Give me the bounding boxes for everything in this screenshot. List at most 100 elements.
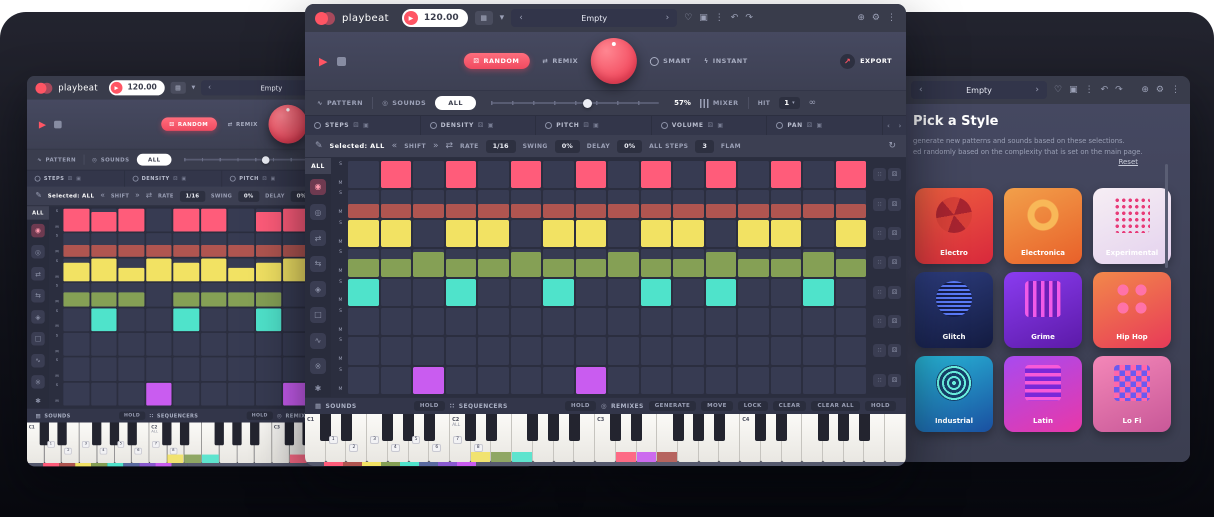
- row-grip-icon[interactable]: ∷: [873, 227, 886, 240]
- step-cell[interactable]: [608, 249, 639, 276]
- solo-button[interactable]: S: [339, 192, 342, 197]
- solo-button[interactable]: S: [339, 310, 342, 315]
- step-cell[interactable]: [201, 333, 227, 356]
- row-dice-icon[interactable]: ⚄: [888, 198, 901, 211]
- mixer-toggle[interactable]: MIXER: [700, 99, 739, 108]
- redo-icon[interactable]: ↷: [745, 14, 753, 23]
- black-key[interactable]: [180, 422, 189, 445]
- random-button[interactable]: ⚄RANDOM: [161, 117, 217, 131]
- step-cell[interactable]: [348, 190, 379, 217]
- step-cell[interactable]: [836, 367, 867, 394]
- bpm-value[interactable]: 120.00: [127, 84, 156, 92]
- step-cell[interactable]: [228, 333, 254, 356]
- track-select-6[interactable]: □: [27, 328, 49, 350]
- swap-icon[interactable]: ⇄: [146, 192, 152, 200]
- step-cell[interactable]: [173, 233, 199, 256]
- step-cell[interactable]: [836, 161, 867, 188]
- step-cell[interactable]: [543, 190, 574, 217]
- step-cell[interactable]: [511, 190, 542, 217]
- step-cell[interactable]: [413, 279, 444, 306]
- step-cell[interactable]: [201, 358, 227, 381]
- row-dice-icon[interactable]: ⚄: [888, 168, 901, 181]
- pencil-icon[interactable]: ✎: [315, 142, 323, 151]
- step-cell[interactable]: [478, 308, 509, 335]
- sounds-hold-button[interactable]: HOLD: [119, 411, 145, 419]
- step-cell[interactable]: [608, 190, 639, 217]
- row-dice-icon[interactable]: ⚄: [888, 344, 901, 357]
- refresh-icon[interactable]: ↻: [888, 142, 896, 151]
- solo-button[interactable]: S: [339, 281, 342, 286]
- track-select-3[interactable]: ⇄: [305, 225, 331, 251]
- sounds-hold-button[interactable]: HOLD: [414, 401, 445, 411]
- swap-icon[interactable]: ⇄: [445, 142, 453, 151]
- step-cell[interactable]: [413, 161, 444, 188]
- step-cell[interactable]: [706, 367, 737, 394]
- step-cell[interactable]: [836, 279, 867, 306]
- row-grip-icon[interactable]: ∷: [873, 344, 886, 357]
- swing-value[interactable]: 0%: [555, 140, 580, 153]
- track-select-6[interactable]: □: [305, 302, 331, 328]
- collapse-left-icon[interactable]: ‹: [883, 122, 895, 130]
- solo-button[interactable]: S: [339, 369, 342, 374]
- step-cell[interactable]: [173, 358, 199, 381]
- step-cell[interactable]: [803, 337, 834, 364]
- black-key[interactable]: [548, 414, 559, 441]
- black-key[interactable]: [92, 422, 101, 445]
- black-key[interactable]: [569, 414, 580, 441]
- black-key[interactable]: [232, 422, 241, 445]
- move-button[interactable]: MOVE: [701, 401, 733, 411]
- black-key[interactable]: [424, 414, 435, 441]
- mute-button[interactable]: M: [339, 270, 343, 275]
- smart-toggle[interactable]: SMART: [650, 57, 691, 66]
- step-cell[interactable]: [446, 279, 477, 306]
- window-menu-icon[interactable]: ⋮: [887, 14, 896, 23]
- step-cell[interactable]: [803, 220, 834, 247]
- rate-value[interactable]: 1/16: [486, 140, 516, 153]
- scrollbar[interactable]: [1165, 164, 1168, 268]
- track-select-8[interactable]: ※: [27, 371, 49, 393]
- sequencers-hold-button[interactable]: HOLD: [565, 401, 596, 411]
- favorite-icon[interactable]: ♡: [684, 14, 692, 23]
- step-cell[interactable]: [446, 220, 477, 247]
- step-cell[interactable]: [446, 249, 477, 276]
- step-cell[interactable]: [706, 279, 737, 306]
- step-cell[interactable]: [413, 337, 444, 364]
- remix-toggle[interactable]: ⇄REMIX: [542, 57, 578, 65]
- mute-button[interactable]: M: [339, 211, 343, 216]
- step-cell[interactable]: [146, 209, 172, 232]
- step-cell[interactable]: [738, 337, 769, 364]
- mute-button[interactable]: M: [55, 350, 58, 354]
- step-cell[interactable]: [511, 249, 542, 276]
- black-key[interactable]: [631, 414, 642, 441]
- step-cell[interactable]: [673, 308, 704, 335]
- step-cell[interactable]: [576, 279, 607, 306]
- black-key[interactable]: [250, 422, 259, 445]
- play-button[interactable]: ▶: [111, 82, 123, 94]
- row-grip-icon[interactable]: ∷: [873, 286, 886, 299]
- solo-button[interactable]: S: [56, 310, 58, 314]
- style-card-glitch[interactable]: Glitch: [915, 272, 993, 348]
- step-cell[interactable]: [576, 161, 607, 188]
- step-cell[interactable]: [146, 333, 172, 356]
- step-cell[interactable]: [706, 190, 737, 217]
- step-cell[interactable]: [576, 249, 607, 276]
- hit-stepper[interactable]: 1▾: [779, 97, 799, 109]
- swing-value[interactable]: 0%: [238, 190, 259, 201]
- freeze-icon[interactable]: ✱: [35, 393, 41, 408]
- solo-button[interactable]: S: [56, 210, 58, 214]
- track-select-2[interactable]: ◎: [27, 241, 49, 263]
- mute-button[interactable]: M: [55, 326, 58, 330]
- track-select-1[interactable]: ◉: [305, 174, 331, 200]
- save-icon[interactable]: ▣: [699, 14, 708, 23]
- generate-button[interactable]: GENERATE: [649, 401, 696, 411]
- sequencers-hold-button[interactable]: HOLD: [247, 411, 273, 419]
- track-select-7[interactable]: ∿: [27, 350, 49, 372]
- step-cell[interactable]: [771, 337, 802, 364]
- style-card-experimental[interactable]: Experimental: [1093, 188, 1171, 264]
- step-cell[interactable]: [446, 161, 477, 188]
- step-cell[interactable]: [91, 233, 117, 256]
- step-cell[interactable]: [478, 190, 509, 217]
- slider-handle[interactable]: [262, 156, 270, 164]
- step-cell[interactable]: [706, 337, 737, 364]
- settings-gear-icon[interactable]: ⚙: [1156, 86, 1164, 95]
